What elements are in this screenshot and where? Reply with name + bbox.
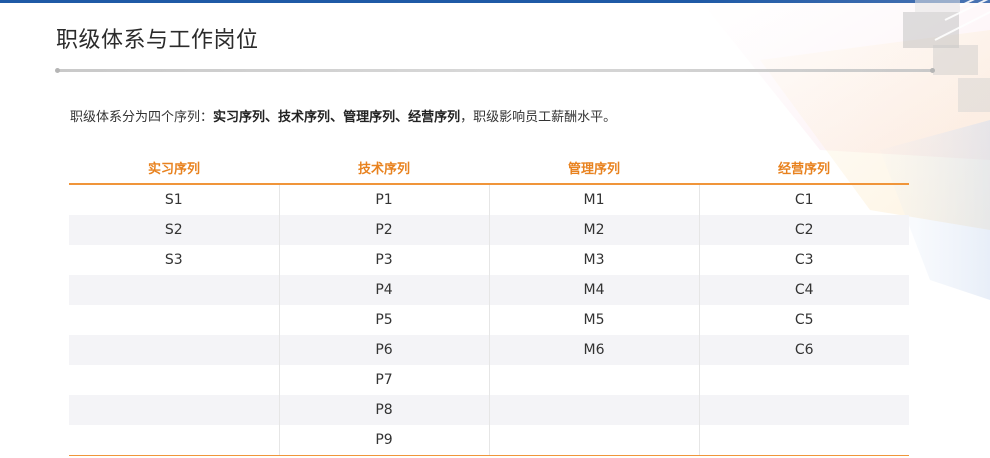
- title-divider: [55, 68, 935, 73]
- table-header-row: 实习序列 技术序列 管理序列 经营序列: [69, 152, 909, 185]
- intro-sequence-management: 管理序列: [343, 110, 396, 125]
- table-cell: S3: [164, 252, 183, 268]
- table-cell: [698, 395, 909, 425]
- table-cell: [698, 425, 909, 456]
- column-header-business: 经营序列: [699, 152, 909, 185]
- intro-separator: 、: [265, 110, 279, 125]
- table-cell: [69, 335, 279, 365]
- table-cell: M6: [488, 335, 699, 365]
- column-header-intern: 实习序列: [69, 152, 279, 185]
- table-cell: P7: [278, 365, 489, 395]
- table-row: S2 P2 M2 C2: [69, 215, 909, 245]
- table-cell: P6: [278, 335, 489, 365]
- table-row: S3 P3 M3 C3: [69, 245, 909, 275]
- table-cell: P3: [278, 245, 489, 275]
- intro-prefix: 职级体系分为四个序列：: [70, 110, 214, 125]
- table-cell: [488, 395, 699, 425]
- table-row: P6 M6 C6: [69, 335, 909, 365]
- top-accent-bar: [0, 0, 990, 3]
- table-cell: C3: [698, 245, 909, 275]
- table-cell: M2: [488, 215, 699, 245]
- table-row: P4 M4 C4: [69, 275, 909, 305]
- table-cell: P4: [278, 275, 489, 305]
- table-row: P8: [69, 395, 909, 425]
- table-cell: [488, 365, 699, 395]
- table-cell: P9: [278, 425, 489, 456]
- intro-sequence-business: 经营序列: [408, 110, 461, 125]
- table-cell: C2: [698, 215, 909, 245]
- table-cell: [69, 365, 279, 395]
- table-cell: M4: [488, 275, 699, 305]
- table-cell: S2: [69, 215, 279, 245]
- table-cell: P8: [278, 395, 489, 425]
- intro-sequence-intern: 实习序列: [213, 110, 266, 125]
- table-cell: [69, 305, 279, 335]
- table-cell: [698, 365, 909, 395]
- intro-sequence-tech: 技术序列: [278, 110, 331, 125]
- column-header-tech: 技术序列: [279, 152, 489, 185]
- page-title: 职级体系与工作岗位: [56, 28, 259, 53]
- table-cell: C4: [698, 275, 909, 305]
- table-row: P7: [69, 365, 909, 395]
- table-cell: P2: [278, 215, 489, 245]
- intro-separator: 、: [330, 110, 344, 125]
- table-cell: M5: [488, 305, 699, 335]
- table-cell: C6: [698, 335, 909, 365]
- table-cell: [69, 275, 279, 305]
- table-row: P9: [69, 425, 909, 456]
- table-cell: M3: [488, 245, 699, 275]
- table-cell: M1: [488, 184, 699, 215]
- column-header-management: 管理序列: [489, 152, 699, 185]
- table-cell: [488, 425, 699, 456]
- intro-separator: 、: [395, 110, 409, 125]
- intro-suffix: ，职级影响员工薪酬水平。: [460, 110, 617, 125]
- grade-table: 实习序列 技术序列 管理序列 经营序列 S1 P1 M1 C1 S2 P2 M2…: [69, 152, 909, 456]
- intro-text: 职级体系分为四个序列：实习序列、技术序列、管理序列、经营序列，职级影响员工薪酬水…: [70, 106, 616, 125]
- table-cell: C1: [698, 184, 909, 215]
- table-cell: [69, 425, 279, 456]
- table-row: P5 M5 C5: [69, 305, 909, 335]
- table-row: S1 P1 M1 C1: [69, 184, 909, 215]
- table-cell: P5: [278, 305, 489, 335]
- table-cell: S1: [164, 192, 183, 208]
- table-cell: [69, 395, 279, 425]
- table-cell: P1: [278, 184, 489, 215]
- table-cell: C5: [698, 305, 909, 335]
